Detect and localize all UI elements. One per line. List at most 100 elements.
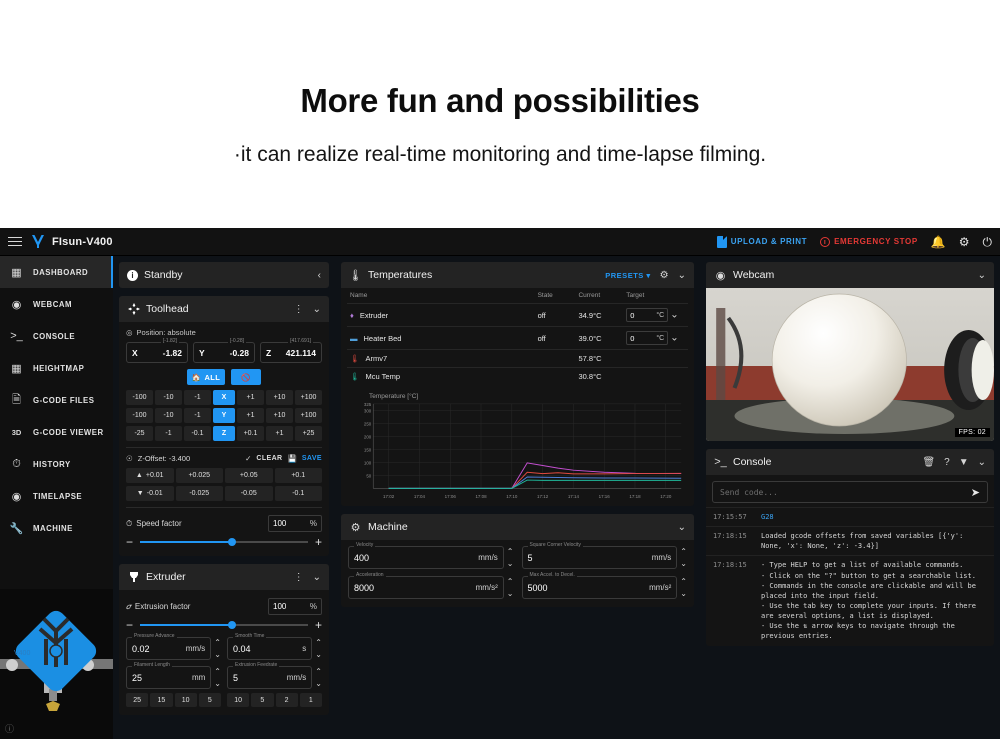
table-row[interactable]: ♦ Extruder off 34.9°C 0 °C ⌄ xyxy=(347,303,688,327)
list-item[interactable]: 17:18:15 - Type HELP to get a list of av… xyxy=(706,555,994,645)
table-row[interactable]: 🌡 Armv7 57.8°C xyxy=(347,349,688,368)
webcam-stream[interactable]: FPS: 02 xyxy=(706,288,994,441)
speed-factor-input[interactable]: 100 % xyxy=(268,515,322,532)
chevron-down-icon[interactable]: ⌄ xyxy=(313,304,321,315)
smooth-time-stepper[interactable]: ⌃ ⌄ xyxy=(315,638,322,659)
smooth-time-input[interactable]: Smooth Time 0.04 s xyxy=(227,633,313,660)
axis-x-display[interactable]: [-1.82] X -1.82 xyxy=(126,338,188,363)
list-item[interactable]: 17:15:57 G28 xyxy=(706,507,994,526)
hamburger-icon[interactable] xyxy=(8,234,22,249)
table-row[interactable]: ▬ Heater Bed off 39.0°C 0 °C ⌄ xyxy=(347,326,688,350)
jog-x-pos-100[interactable]: +100 xyxy=(295,390,322,405)
help-icon[interactable]: ? xyxy=(944,457,950,468)
chevron-down-icon[interactable]: ⌄ xyxy=(978,270,986,281)
jog-y-neg-10[interactable]: -10 xyxy=(155,408,182,423)
sidebar-item-history[interactable]: ⏱ HISTORY xyxy=(0,448,113,480)
power-icon[interactable]: ⏻ xyxy=(983,236,993,248)
acceleration-input[interactable]: Acceleration 8000 mm/s² xyxy=(348,572,504,599)
overflow-menu-icon[interactable]: ⋮ xyxy=(294,304,304,315)
bell-icon[interactable]: 🔔 xyxy=(931,236,946,248)
zoffset-down-01[interactable]: -0.1 xyxy=(274,486,322,501)
sidebar-item-dashboard[interactable]: ▦ DASHBOARD xyxy=(0,256,113,288)
gear-icon[interactable]: ⚙ xyxy=(959,236,970,248)
clear-icon[interactable]: 🗑 xyxy=(922,457,935,468)
chevron-down-icon[interactable]: ⌄ xyxy=(678,522,686,533)
pressure-advance-input[interactable]: Pressure Advance 0.02 mm/s xyxy=(126,633,212,660)
emergency-stop-button[interactable]: EMERGENCY STOP xyxy=(820,236,918,247)
zoffset-up-001[interactable]: ▲ +0.01 xyxy=(126,468,174,483)
feedrate-preset-10[interactable]: 10 xyxy=(227,693,250,707)
extrusion-factor-slider[interactable] xyxy=(140,619,308,631)
sidebar-item-webcam[interactable]: ◉ WEBCAM xyxy=(0,288,113,320)
jog-y-pos-100[interactable]: +100 xyxy=(295,408,322,423)
zoffset-down-001[interactable]: ▼ -0.01 xyxy=(126,486,174,501)
increment-icon[interactable]: + xyxy=(315,619,322,631)
jog-x-pos-1[interactable]: +1 xyxy=(237,390,264,405)
increment-icon[interactable]: + xyxy=(315,536,322,548)
console-log[interactable]: 17:15:57 G28 17:18:15 Loaded gcode offse… xyxy=(706,503,994,646)
velocity-stepper[interactable]: ⌃ ⌄ xyxy=(507,547,514,568)
table-row[interactable]: 🌡 Mcu Temp 30.8°C xyxy=(347,367,688,385)
sidebar-item-gcode-files[interactable]: 🗎 G-CODE FILES xyxy=(0,384,113,416)
feedrate-preset-2[interactable]: 2 xyxy=(275,693,298,707)
zoffset-down-005[interactable]: -0.05 xyxy=(225,486,273,501)
jog-axis-y-label[interactable]: Y xyxy=(213,408,235,423)
zoffset-up-005[interactable]: +0.05 xyxy=(225,468,273,483)
filter-icon[interactable]: ▼ xyxy=(959,457,969,468)
console-input[interactable]: Send code... ➤ xyxy=(712,481,988,503)
zoffset-clear-button[interactable]: CLEAR xyxy=(256,455,282,462)
jog-x-pos-10[interactable]: +10 xyxy=(266,390,293,405)
zoffset-up-01[interactable]: +0.1 xyxy=(274,468,322,483)
chevron-down-icon[interactable]: ⌄ xyxy=(678,270,686,281)
chevron-left-icon[interactable]: ‹ xyxy=(318,270,321,281)
jog-x-neg-100[interactable]: -100 xyxy=(126,390,153,405)
filament-length-input[interactable]: Filament Length 25 mm xyxy=(126,662,212,689)
jog-z-neg-1[interactable]: -1 xyxy=(155,426,182,441)
filament-length-stepper[interactable]: ⌃ ⌄ xyxy=(214,667,221,688)
send-icon[interactable]: ➤ xyxy=(971,486,980,499)
jog-y-neg-100[interactable]: -100 xyxy=(126,408,153,423)
home-all-button[interactable]: 🏠 ALL xyxy=(187,369,225,385)
square-corner-velocity-input[interactable]: Square Corner Velocity 5 mm/s xyxy=(521,542,678,569)
extruder-target-input[interactable]: 0 °C xyxy=(626,308,669,322)
bed-target-input[interactable]: 0 °C xyxy=(626,331,669,345)
overflow-menu-icon[interactable]: ⋮ xyxy=(294,572,304,583)
chevron-down-icon[interactable]: ⌄ xyxy=(670,310,678,321)
jog-y-neg-1[interactable]: -1 xyxy=(184,408,211,423)
jog-y-pos-1[interactable]: +1 xyxy=(237,408,264,423)
jog-axis-x-label[interactable]: X xyxy=(213,390,235,405)
motors-off-button[interactable]: 🚫 xyxy=(231,369,261,385)
length-preset-5[interactable]: 5 xyxy=(198,693,221,707)
zoffset-down-0025[interactable]: -0.025 xyxy=(175,486,223,501)
jog-x-neg-10[interactable]: -10 xyxy=(155,390,182,405)
axis-y-display[interactable]: [-0.28] Y -0.28 xyxy=(193,338,255,363)
square-corner-velocity-stepper[interactable]: ⌃ ⌄ xyxy=(680,547,687,568)
chevron-down-icon[interactable]: ⌄ xyxy=(670,333,678,344)
length-preset-25[interactable]: 25 xyxy=(126,693,149,707)
extrusion-feedrate-input[interactable]: Extrusion Feedrate 5 mm/s xyxy=(227,662,313,689)
feedrate-preset-5[interactable]: 5 xyxy=(251,693,274,707)
max-accel-to-decel-stepper[interactable]: ⌃ ⌄ xyxy=(680,577,687,598)
presets-button[interactable]: PRESETS ▾ xyxy=(605,271,650,280)
axis-z-display[interactable]: [417.691] Z 421.114 xyxy=(260,338,322,363)
acceleration-stepper[interactable]: ⌃ ⌄ xyxy=(507,577,514,598)
extrusion-factor-input[interactable]: 100 % xyxy=(268,598,322,615)
decrement-icon[interactable]: − xyxy=(126,536,133,548)
sidebar-item-machine[interactable]: 🔧 MACHINE xyxy=(0,512,113,544)
jog-z-neg-01[interactable]: -0.1 xyxy=(184,426,211,441)
speed-factor-slider[interactable] xyxy=(140,536,308,548)
chevron-down-icon[interactable]: ⌄ xyxy=(978,457,986,468)
jog-z-pos-25[interactable]: +25 xyxy=(295,426,322,441)
max-accel-to-decel-input[interactable]: Max Accel. to Decel. 5000 mm/s² xyxy=(521,572,678,599)
jog-y-pos-10[interactable]: +10 xyxy=(266,408,293,423)
length-preset-10[interactable]: 10 xyxy=(174,693,197,707)
jog-z-neg-25[interactable]: -25 xyxy=(126,426,153,441)
gear-icon[interactable]: ⚙ xyxy=(660,270,669,281)
feedrate-preset-1[interactable]: 1 xyxy=(299,693,322,707)
sidebar-item-console[interactable]: >_ CONSOLE xyxy=(0,320,113,352)
sidebar-item-gcode-viewer[interactable]: 3D G-CODE VIEWER xyxy=(0,416,113,448)
sidebar-item-timelapse[interactable]: ◉ TIMELAPSE xyxy=(0,480,113,512)
velocity-input[interactable]: Velocity 400 mm/s xyxy=(348,542,504,569)
extrusion-feedrate-stepper[interactable]: ⌃ ⌄ xyxy=(315,667,322,688)
zoffset-save-button[interactable]: SAVE xyxy=(302,455,322,462)
